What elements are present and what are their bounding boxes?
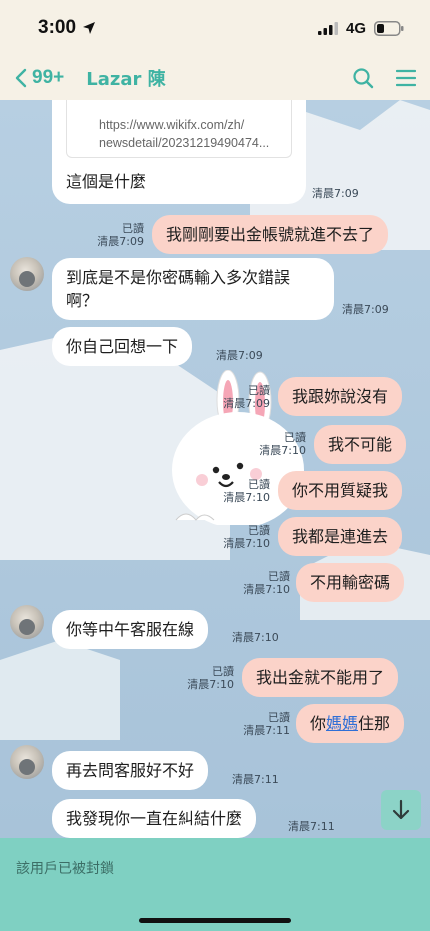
battery-icon <box>374 20 404 36</box>
read-receipt: 已讀 <box>248 384 270 397</box>
outgoing-message[interactable]: 我都是連進去 <box>278 517 403 556</box>
avatar[interactable] <box>10 605 44 639</box>
outgoing-message[interactable]: 我剛剛要出金帳號就進不去了 <box>152 215 389 254</box>
chat-area[interactable]: https://www.wikifx.com/zh/ newsdetail/20… <box>0 100 430 838</box>
message-time: 清晨7:09 <box>97 235 144 248</box>
avatar[interactable] <box>10 257 44 291</box>
scroll-to-bottom-button[interactable] <box>381 790 421 830</box>
signal-icon <box>317 21 338 35</box>
incoming-message[interactable]: 你等中午客服在線 <box>52 610 209 649</box>
status-time: 3:00 <box>38 17 96 39</box>
read-receipt: 已讀 <box>268 711 290 724</box>
chat-header: 99+ Lazar 陳 <box>0 56 430 100</box>
read-receipt: 已讀 <box>268 570 290 583</box>
read-receipt: 已讀 <box>212 665 234 678</box>
message-time: 清晨7:09 <box>342 303 389 316</box>
outgoing-message[interactable]: 我出金就不能用了 <box>242 658 399 697</box>
message-time: 清晨7:11 <box>288 820 335 833</box>
message-time: 清晨7:09 <box>216 349 263 362</box>
status-time-text: 3:00 <box>38 17 77 38</box>
unread-count: 99+ <box>32 67 65 88</box>
message-text: 這個是什麼 <box>66 172 147 191</box>
message-time: 清晨7:09 <box>223 397 270 410</box>
message-time: 清晨7:10 <box>232 631 279 644</box>
back-button[interactable]: 99+ <box>14 67 64 89</box>
read-receipt: 已讀 <box>122 222 144 235</box>
message-text: 住那 <box>358 714 391 733</box>
network-label: 4G <box>345 19 366 37</box>
message-text-line: 啊？ <box>66 291 99 310</box>
avatar[interactable] <box>10 745 44 779</box>
outgoing-message[interactable]: 你不用質疑我 <box>278 471 403 510</box>
message-time: 清晨7:11 <box>232 773 279 786</box>
status-bar: 3:00 4G <box>0 0 430 56</box>
blocked-notice: 該用戶已被封鎖 <box>16 861 114 877</box>
read-receipt: 已讀 <box>284 431 306 444</box>
incoming-message[interactable]: 你自己回想一下 <box>52 327 193 366</box>
message-link[interactable]: 媽媽 <box>326 714 358 733</box>
outgoing-message[interactable]: 我不可能 <box>314 425 407 464</box>
home-indicator[interactable] <box>139 918 291 923</box>
link-url-line-1: https://www.wikifx.com/zh/ <box>99 118 245 132</box>
incoming-message[interactable]: 我發現你一直在糾結什麼 <box>52 799 257 838</box>
message-time: 清晨7:10 <box>223 491 270 504</box>
outgoing-message[interactable]: 我跟妳說沒有 <box>278 377 403 416</box>
scroll-down-icon <box>392 799 410 820</box>
location-arrow-icon <box>83 22 96 34</box>
status-indicators: 4G <box>317 19 404 37</box>
message-text-line: 到底是不是你密碼輸入多次錯誤 <box>66 268 291 287</box>
message-time: 清晨7:10 <box>243 583 290 596</box>
incoming-message[interactable]: 再去問客服好不好 <box>52 751 209 790</box>
link-preview-card[interactable]: https://www.wikifx.com/zh/ newsdetail/20… <box>66 100 292 158</box>
back-chevron-icon <box>15 68 27 88</box>
blocked-footer: 該用戶已被封鎖 <box>0 838 430 931</box>
message-time: 清晨7:11 <box>243 724 290 737</box>
message-time: 清晨7:10 <box>223 537 270 550</box>
message-text: 你 <box>310 714 327 733</box>
link-preview-message[interactable]: https://www.wikifx.com/zh/ newsdetail/20… <box>52 100 306 204</box>
message-time: 清晨7:10 <box>259 444 306 457</box>
menu-icon[interactable] <box>396 69 416 87</box>
outgoing-message[interactable]: 不用輸密碼 <box>296 563 405 602</box>
message-time: 清晨7:10 <box>187 678 234 691</box>
outgoing-message[interactable]: 你媽媽住那 <box>296 704 405 743</box>
incoming-message[interactable]: 到底是不是你密碼輸入多次錯誤 啊？ <box>52 258 334 320</box>
message-time: 清晨7:09 <box>312 187 359 200</box>
search-icon[interactable] <box>352 67 374 89</box>
read-receipt: 已讀 <box>248 478 270 491</box>
contact-name[interactable]: Lazar 陳 <box>86 65 165 91</box>
link-url-line-2: newsdetail/20231219490474... <box>99 136 270 150</box>
read-receipt: 已讀 <box>248 524 270 537</box>
